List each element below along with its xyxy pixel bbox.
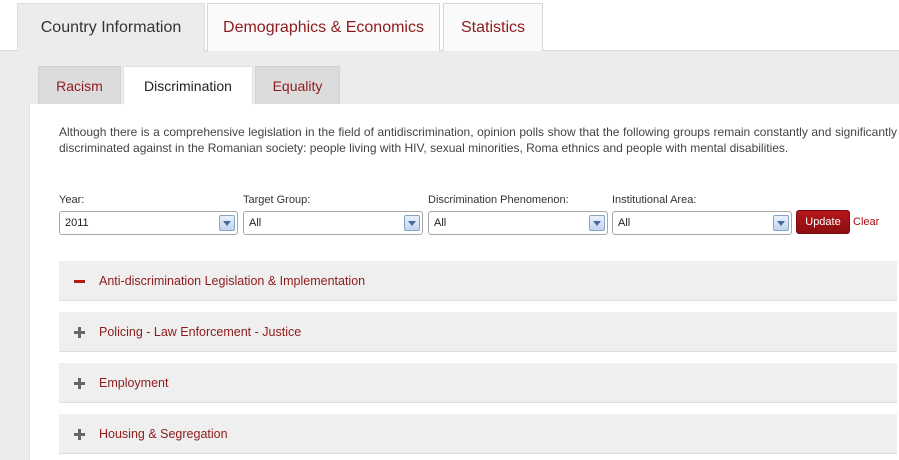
year-value: 2011 [65,217,89,229]
chevron-down-icon[interactable] [589,215,605,231]
accordion-title: Anti-discrimination Legislation & Implem… [99,274,366,288]
institutional-area-label: Institutional Area: [612,194,697,206]
accordion-item-legislation[interactable]: Anti-discrimination Legislation & Implem… [59,261,897,301]
accordion-item-policing[interactable]: Policing - Law Enforcement - Justice [59,312,897,352]
accordion-title: Housing & Segregation [99,427,228,441]
accordion-title: Employment [99,376,169,390]
target-group-value: All [249,217,262,229]
plus-icon [74,428,86,440]
discrimination-phenomenon-value: All [434,217,447,229]
accordion-title: Policing - Law Enforcement - Justice [99,325,302,339]
intro-text: Although there is a comprehensive legisl… [59,125,897,155]
chevron-down-icon[interactable] [219,215,235,231]
tab-country-information[interactable]: Country Information [17,3,205,52]
minus-icon [74,275,86,287]
discrimination-phenomenon-select[interactable]: All [428,211,608,235]
accordion-item-housing[interactable]: Housing & Segregation [59,414,897,454]
target-group-label: Target Group: [243,194,311,206]
target-group-select[interactable]: All [243,211,423,235]
subtab-discrimination[interactable]: Discrimination [123,66,253,105]
institutional-area-select[interactable]: All [612,211,792,235]
plus-icon [74,377,86,389]
tab-statistics[interactable]: Statistics [443,3,543,51]
accordion-item-employment[interactable]: Employment [59,363,897,403]
subtab-equality[interactable]: Equality [255,66,340,104]
tab-demographics-economics[interactable]: Demographics & Economics [207,3,440,51]
chevron-down-icon[interactable] [773,215,789,231]
update-button[interactable]: Update [796,210,850,234]
subtab-racism[interactable]: Racism [38,66,121,104]
institutional-area-value: All [618,217,631,229]
year-label: Year: [59,194,85,206]
discrimination-phenomenon-label: Discrimination Phenomenon: [428,194,569,206]
chevron-down-icon[interactable] [404,215,420,231]
plus-icon [74,326,86,338]
clear-link[interactable]: Clear [853,216,879,228]
year-select[interactable]: 2011 [59,211,238,235]
